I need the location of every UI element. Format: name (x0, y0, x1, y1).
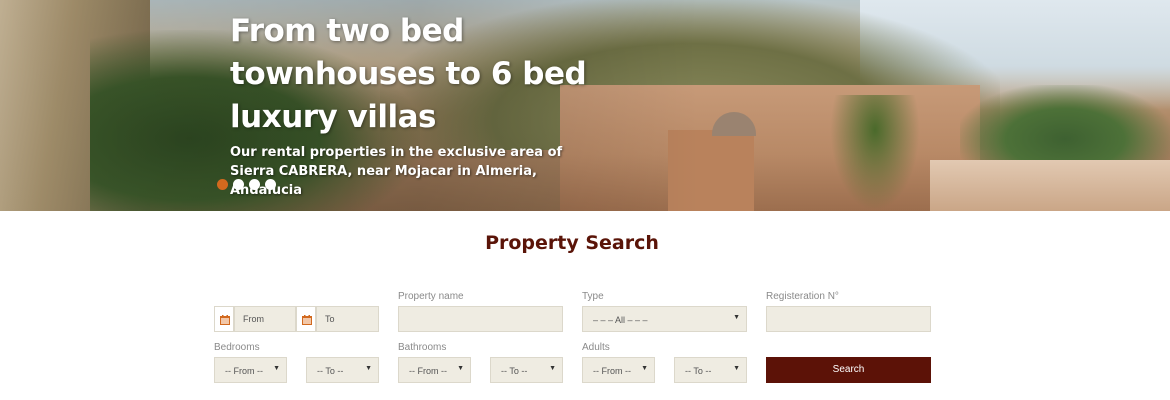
date-from-input[interactable]: From (234, 306, 296, 332)
slider-dot-4[interactable] (265, 179, 276, 190)
adults-to-value: -- To -- (685, 366, 712, 376)
search-button[interactable]: Search (766, 357, 931, 383)
type-select[interactable]: – – – All – – – ▼ (582, 306, 747, 332)
search-title: Property Search (485, 232, 659, 254)
adults-to-select[interactable]: -- To -- ▼ (674, 357, 747, 383)
registration-input[interactable] (766, 306, 931, 332)
bathrooms-to-value: -- To -- (501, 366, 528, 376)
slider-dot-2[interactable] (233, 179, 244, 190)
property-name-input[interactable] (398, 306, 563, 332)
hero-subtitle: Our rental properties in the exclusive a… (230, 145, 563, 198)
bedrooms-from-select[interactable]: -- From -- ▼ (214, 357, 287, 383)
date-to-calendar-icon[interactable] (296, 306, 316, 332)
bathrooms-from-select[interactable]: -- From -- ▼ (398, 357, 471, 383)
hero-slider: From two bed townhouses to 6 bed luxury … (0, 0, 1170, 211)
registration-label: Registeration N° (766, 291, 839, 302)
bedrooms-from-value: -- From -- (225, 366, 263, 376)
date-to-input[interactable]: To (316, 306, 379, 332)
chevron-down-icon: ▼ (273, 365, 280, 372)
property-name-label: Property name (398, 291, 464, 302)
hero-houses-right (930, 160, 1170, 211)
chevron-down-icon: ▼ (549, 365, 556, 372)
bedrooms-to-value: -- To -- (317, 366, 344, 376)
hero-title: From two bed townhouses to 6 bed luxury … (230, 13, 587, 135)
chevron-down-icon: ▼ (733, 365, 740, 372)
type-select-value: – – – All – – – (593, 315, 648, 325)
hero-palm (830, 95, 920, 211)
adults-label: Adults (582, 342, 610, 353)
chevron-down-icon: ▼ (733, 314, 740, 321)
chevron-down-icon: ▼ (365, 365, 372, 372)
bedrooms-label: Bedrooms (214, 342, 260, 353)
bedrooms-to-select[interactable]: -- To -- ▼ (306, 357, 379, 383)
bathrooms-to-select[interactable]: -- To -- ▼ (490, 357, 563, 383)
adults-from-value: -- From -- (593, 366, 631, 376)
date-from-calendar-icon[interactable] (214, 306, 234, 332)
slider-dot-1[interactable] (217, 179, 228, 190)
chevron-down-icon: ▼ (457, 365, 464, 372)
bathrooms-from-value: -- From -- (409, 366, 447, 376)
adults-from-select[interactable]: -- From -- ▼ (582, 357, 655, 383)
chevron-down-icon: ▼ (641, 365, 648, 372)
slider-dot-3[interactable] (249, 179, 260, 190)
type-label: Type (582, 291, 604, 302)
slider-dots (217, 179, 276, 190)
calendar-icon (302, 315, 312, 325)
date-from-placeholder: From (243, 314, 264, 324)
date-to-placeholder: To (325, 314, 335, 324)
bathrooms-label: Bathrooms (398, 342, 447, 353)
calendar-icon (220, 315, 230, 325)
